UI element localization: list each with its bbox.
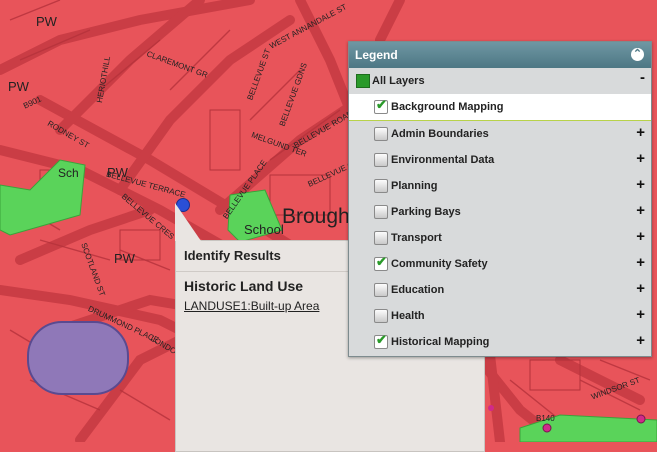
legend-layer-row[interactable]: ✔ Background Mapping — [349, 94, 651, 121]
legend-title: Legend — [355, 48, 398, 62]
legend-layer-row[interactable]: Environmental Data + — [349, 147, 651, 173]
map-label-sch: Sch — [58, 166, 79, 180]
identify-results-heading: Historic Land Use — [184, 278, 304, 294]
expand-layer-icon[interactable]: + — [636, 254, 645, 271]
layer-checkbox[interactable] — [374, 127, 388, 141]
check-icon: ✔ — [376, 97, 387, 112]
expand-layer-icon[interactable]: + — [636, 280, 645, 297]
layer-checkbox[interactable] — [374, 283, 388, 297]
layer-label: Historical Mapping — [391, 336, 490, 348]
expand-layer-icon[interactable]: + — [636, 202, 645, 219]
legend-layer-row[interactable]: ✔ Historical Mapping + — [349, 329, 651, 355]
legend-layer-row[interactable]: Transport + — [349, 225, 651, 251]
layer-label: Planning — [391, 180, 438, 192]
layer-checkbox[interactable] — [374, 205, 388, 219]
expand-layer-icon[interactable]: + — [636, 124, 645, 141]
map-label-brough: Brough — [282, 205, 350, 228]
layer-label: Health — [391, 310, 425, 322]
expand-layer-icon[interactable]: + — [636, 176, 645, 193]
layer-label: Background Mapping — [391, 101, 504, 113]
all-layers-label: All Layers — [372, 75, 425, 87]
layer-checkbox[interactable] — [374, 179, 388, 193]
layer-checkbox[interactable] — [374, 309, 388, 323]
legend-layer-row[interactable]: Planning + — [349, 173, 651, 199]
layer-label: Transport — [391, 232, 442, 244]
collapse-legend-icon[interactable]: ⌃ — [631, 48, 644, 61]
legend-panel: Legend ⌃ All Layers - ✔ Background Mappin… — [348, 41, 652, 357]
expand-layer-icon[interactable]: + — [636, 228, 645, 245]
legend-layer-row[interactable]: Education + — [349, 277, 651, 303]
legend-layer-row[interactable]: Admin Boundaries + — [349, 121, 651, 147]
layer-label: Environmental Data — [391, 154, 495, 166]
layer-checkbox[interactable]: ✔ — [374, 332, 388, 349]
collapse-all-icon[interactable]: - — [640, 69, 645, 86]
layer-label: Community Safety — [391, 258, 488, 270]
legend-layer-row[interactable]: ✔ Community Safety + — [349, 251, 651, 277]
map-label-pw: PW — [36, 14, 57, 29]
expand-layer-icon[interactable]: + — [636, 306, 645, 323]
expand-layer-icon[interactable]: + — [636, 332, 645, 349]
check-icon: ✔ — [376, 254, 387, 269]
layer-label: Parking Bays — [391, 206, 461, 218]
map-label-pw: PW — [114, 251, 135, 266]
legend-layer-row[interactable]: Health + — [349, 303, 651, 329]
identify-results-title: Identify Results — [184, 248, 281, 263]
legend-row-all-layers[interactable]: All Layers - — [349, 68, 651, 94]
layer-checkbox[interactable] — [374, 153, 388, 167]
expand-layer-icon[interactable]: + — [636, 150, 645, 167]
map-label-road-number: B140 — [536, 414, 555, 423]
legend-header[interactable]: Legend ⌃ — [349, 42, 651, 68]
layer-checkbox[interactable]: ✔ — [374, 254, 388, 271]
map-label-pw: PW — [8, 79, 29, 94]
identify-results-link[interactable]: LANDUSE1:Built-up Area — [184, 299, 319, 313]
check-icon: ✔ — [376, 332, 387, 347]
layer-checkbox[interactable]: ✔ — [374, 97, 388, 114]
legend-layer-row[interactable]: Parking Bays + — [349, 199, 651, 225]
layer-label: Education — [391, 284, 445, 296]
popup-pointer — [175, 203, 201, 241]
layer-label: Admin Boundaries — [391, 128, 489, 140]
all-layers-checkbox[interactable] — [356, 74, 370, 88]
map-label-school: School — [244, 222, 284, 237]
layer-checkbox[interactable] — [374, 231, 388, 245]
